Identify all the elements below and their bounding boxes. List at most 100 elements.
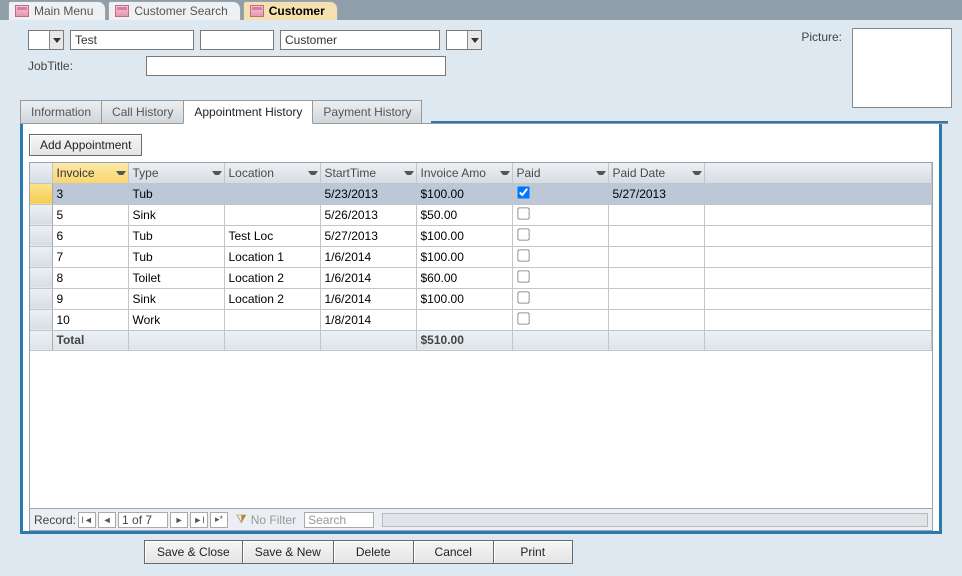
cell-location[interactable]: Location 2	[224, 267, 320, 288]
col-type[interactable]: Type	[128, 163, 224, 183]
cell-start[interactable]: 1/8/2014	[320, 309, 416, 330]
suffix-combo[interactable]	[446, 30, 482, 50]
table-row[interactable]: 8ToiletLocation 21/6/2014$60.00	[30, 267, 932, 288]
cell-location[interactable]: Test Loc	[224, 225, 320, 246]
cell-paid[interactable]	[512, 183, 608, 204]
search-input[interactable]: Search	[304, 512, 374, 528]
col-invoice-amount[interactable]: Invoice Amo	[416, 163, 512, 183]
save-and-new-button[interactable]: Save & New	[242, 540, 333, 564]
cell-paid[interactable]	[512, 267, 608, 288]
cell-paid-date[interactable]	[608, 204, 704, 225]
horizontal-scrollbar[interactable]	[382, 513, 928, 527]
paid-checkbox[interactable]	[517, 228, 529, 240]
cell-paid-date[interactable]	[608, 267, 704, 288]
add-appointment-button[interactable]: Add Appointment	[29, 134, 142, 156]
tab-appointment-history[interactable]: Appointment History	[183, 100, 313, 124]
save-and-close-button[interactable]: Save & Close	[144, 540, 242, 564]
cell-amount[interactable]: $100.00	[416, 225, 512, 246]
cell-invoice[interactable]: 8	[52, 267, 128, 288]
cell-paid-date[interactable]	[608, 309, 704, 330]
row-selector[interactable]	[30, 246, 52, 267]
cell-paid-date[interactable]	[608, 225, 704, 246]
col-paid[interactable]: Paid	[512, 163, 608, 183]
cell-type[interactable]: Tub	[128, 183, 224, 204]
print-button[interactable]: Print	[493, 540, 573, 564]
table-row[interactable]: 7TubLocation 11/6/2014$100.00	[30, 246, 932, 267]
cell-start[interactable]: 5/26/2013	[320, 204, 416, 225]
cell-invoice[interactable]: 10	[52, 309, 128, 330]
cell-start[interactable]: 1/6/2014	[320, 288, 416, 309]
nav-new-button[interactable]: ▸*	[210, 512, 228, 528]
tab-payment-history[interactable]: Payment History	[312, 100, 422, 123]
cell-amount[interactable]: $100.00	[416, 183, 512, 204]
row-selector[interactable]	[30, 225, 52, 246]
cell-location[interactable]	[224, 309, 320, 330]
nav-prev-button[interactable]: ◄	[98, 512, 116, 528]
picture-box[interactable]	[852, 28, 952, 108]
delete-button[interactable]: Delete	[333, 540, 413, 564]
cell-start[interactable]: 5/27/2013	[320, 225, 416, 246]
last-name-field[interactable]: Customer	[280, 30, 440, 50]
table-row[interactable]: 9SinkLocation 21/6/2014$100.00	[30, 288, 932, 309]
cell-location[interactable]: Location 1	[224, 246, 320, 267]
nav-last-button[interactable]: ►I	[190, 512, 208, 528]
datasheet-blank-area[interactable]	[30, 351, 932, 509]
row-selector[interactable]	[30, 267, 52, 288]
col-paid-date[interactable]: Paid Date	[608, 163, 704, 183]
table-row[interactable]: 3Tub 5/23/2013$100.00 5/27/2013	[30, 183, 932, 204]
row-selector[interactable]	[30, 204, 52, 225]
paid-checkbox[interactable]	[517, 186, 529, 198]
row-selector[interactable]	[30, 183, 52, 204]
middle-name-field[interactable]	[200, 30, 274, 50]
row-selector[interactable]	[30, 288, 52, 309]
table-row[interactable]: 10Work 1/8/2014	[30, 309, 932, 330]
cell-amount[interactable]	[416, 309, 512, 330]
col-location[interactable]: Location	[224, 163, 320, 183]
paid-checkbox[interactable]	[517, 249, 529, 261]
select-all-cell[interactable]	[30, 163, 52, 183]
tab-call-history[interactable]: Call History	[101, 100, 184, 123]
job-title-field[interactable]	[146, 56, 446, 76]
cell-paid[interactable]	[512, 246, 608, 267]
cell-amount[interactable]: $60.00	[416, 267, 512, 288]
form-tab-main-menu[interactable]: Main Menu	[8, 1, 106, 20]
cell-type[interactable]: Work	[128, 309, 224, 330]
cell-type[interactable]: Sink	[128, 288, 224, 309]
cell-type[interactable]: Toilet	[128, 267, 224, 288]
cell-type[interactable]: Sink	[128, 204, 224, 225]
cell-location[interactable]: Location 2	[224, 288, 320, 309]
form-tab-customer[interactable]: Customer	[243, 1, 338, 20]
cell-location[interactable]	[224, 183, 320, 204]
tab-information[interactable]: Information	[20, 100, 102, 123]
col-starttime[interactable]: StartTime	[320, 163, 416, 183]
paid-checkbox[interactable]	[517, 207, 529, 219]
cell-invoice[interactable]: 5	[52, 204, 128, 225]
cell-paid-date[interactable]	[608, 246, 704, 267]
cell-start[interactable]: 1/6/2014	[320, 246, 416, 267]
cell-paid-date[interactable]: 5/27/2013	[608, 183, 704, 204]
cell-invoice[interactable]: 7	[52, 246, 128, 267]
cell-type[interactable]: Tub	[128, 225, 224, 246]
cell-paid[interactable]	[512, 309, 608, 330]
cell-amount[interactable]: $50.00	[416, 204, 512, 225]
cell-start[interactable]: 1/6/2014	[320, 267, 416, 288]
table-row[interactable]: 5Sink 5/26/2013$50.00	[30, 204, 932, 225]
title-combo[interactable]	[28, 30, 64, 50]
cell-paid-date[interactable]	[608, 288, 704, 309]
nav-next-button[interactable]: ►	[170, 512, 188, 528]
cell-paid[interactable]	[512, 225, 608, 246]
cell-paid[interactable]	[512, 204, 608, 225]
record-counter[interactable]: 1 of 7	[118, 512, 168, 528]
cell-amount[interactable]: $100.00	[416, 288, 512, 309]
paid-checkbox[interactable]	[517, 312, 529, 324]
nav-first-button[interactable]: I◄	[78, 512, 96, 528]
cell-invoice[interactable]: 9	[52, 288, 128, 309]
first-name-field[interactable]: Test	[70, 30, 194, 50]
row-selector[interactable]	[30, 309, 52, 330]
cell-invoice[interactable]: 3	[52, 183, 128, 204]
cell-start[interactable]: 5/23/2013	[320, 183, 416, 204]
form-tab-customer-search[interactable]: Customer Search	[108, 1, 240, 20]
cell-paid[interactable]	[512, 288, 608, 309]
col-invoice[interactable]: Invoice	[52, 163, 128, 183]
table-row[interactable]: 6TubTest Loc5/27/2013$100.00	[30, 225, 932, 246]
